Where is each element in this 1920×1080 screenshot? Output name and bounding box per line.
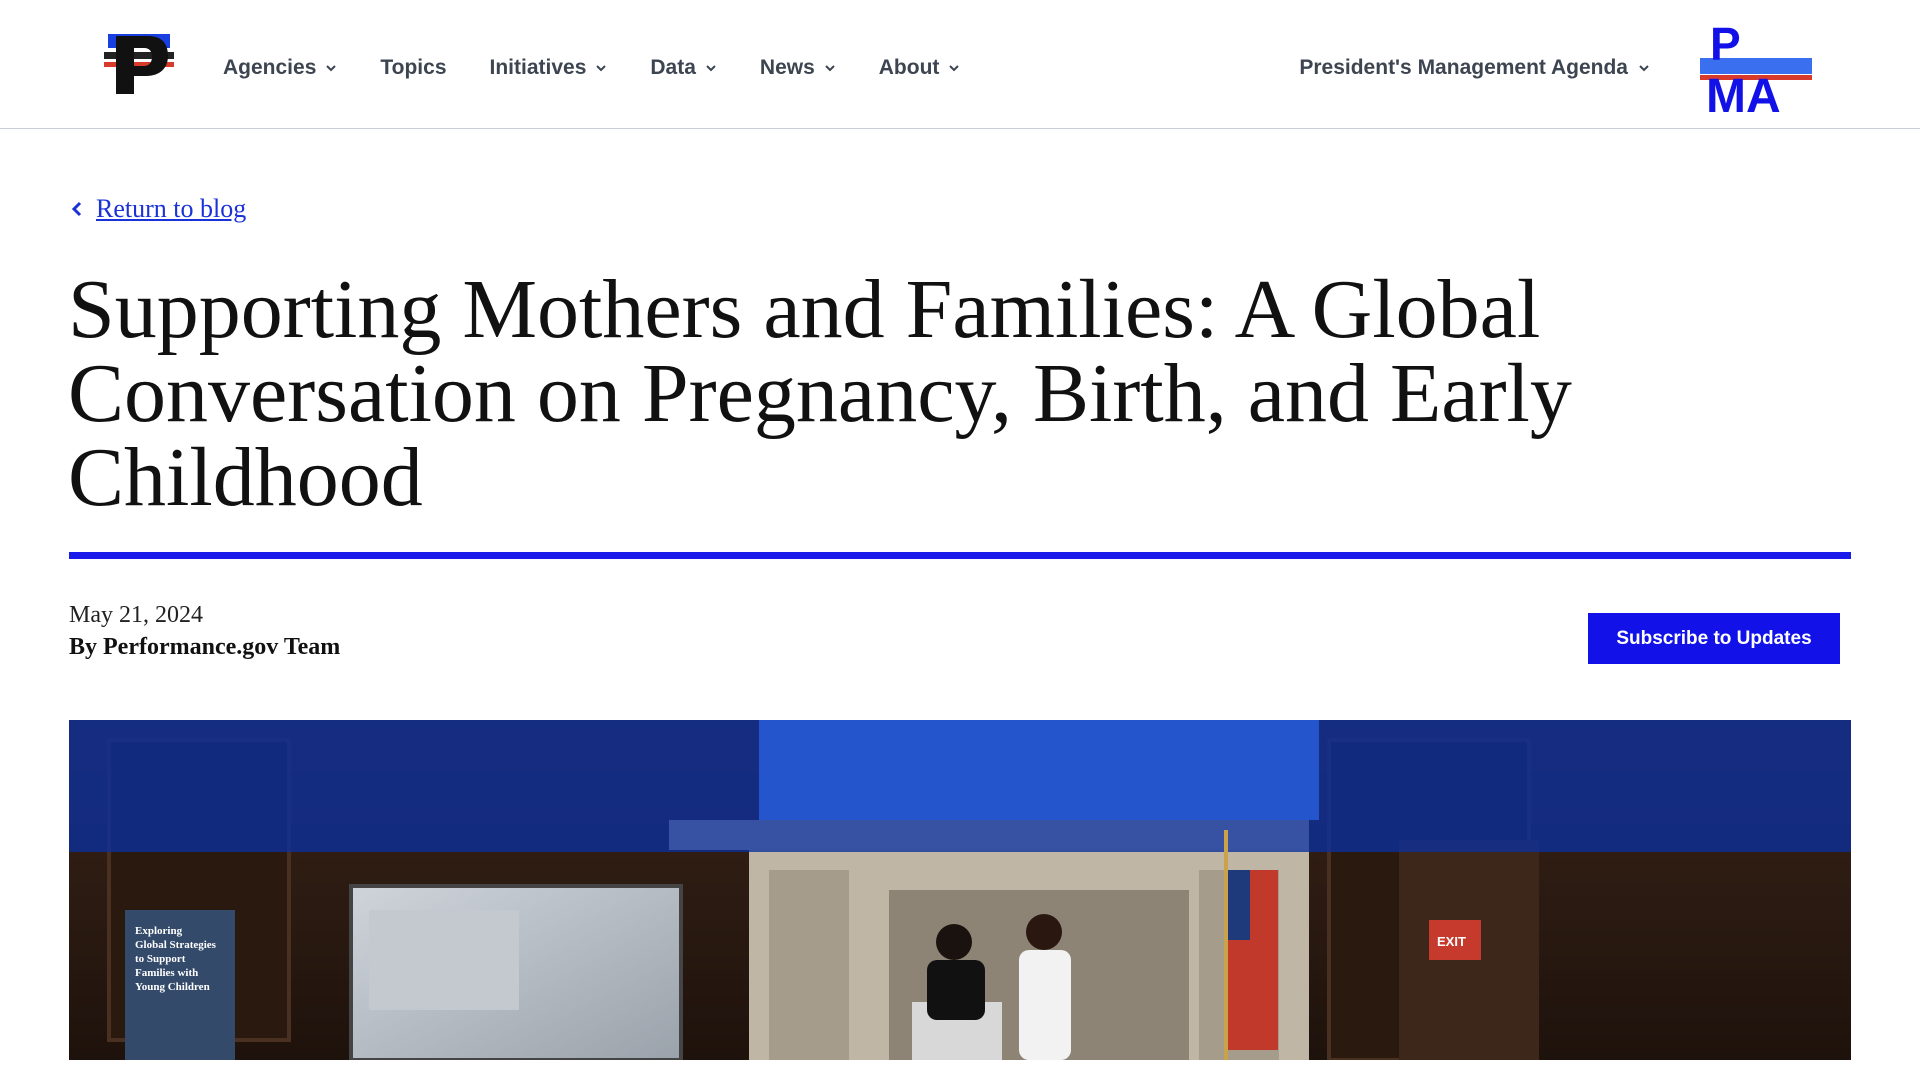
nav-news[interactable]: News [760, 52, 836, 84]
svg-text:EXIT: EXIT [1437, 934, 1466, 949]
chevron-down-icon [1639, 65, 1649, 72]
hero-image: Exploring Global Strategies to Support F… [69, 720, 1851, 1060]
chevron-down-icon [706, 65, 716, 72]
pma-link-label: President's Management Agenda [1299, 56, 1628, 79]
nav-about[interactable]: About [879, 52, 961, 84]
nav-news-label: News [759, 56, 815, 79]
nav-presidents-management-agenda[interactable]: President's Management Agenda [1299, 52, 1650, 84]
chevron-down-icon [326, 65, 337, 72]
nav-topics-label: Topics [380, 56, 447, 79]
nav-data-label: Data [650, 56, 696, 79]
return-to-blog-label: Return to blog [96, 194, 247, 223]
svg-text:Global Strategies: Global Strategies [135, 939, 217, 951]
chevron-down-icon [949, 65, 960, 72]
post-byline: By Performance.gov Team [69, 634, 341, 660]
svg-text:to Support: to Support [135, 953, 186, 965]
nav-initiatives-label: Initiatives [489, 56, 587, 79]
chevron-left-icon [71, 201, 82, 217]
svg-text:Exploring: Exploring [135, 925, 183, 937]
svg-text:Families with: Families with [135, 967, 198, 979]
page-title: Supporting Mothers and Families: A Globa… [68, 263, 1572, 524]
nav-data[interactable]: Data [650, 52, 717, 84]
svg-text:Young Children: Young Children [135, 981, 210, 993]
title-divider [69, 552, 1851, 559]
chevron-down-icon [596, 65, 607, 72]
pma-logo-top: P [1710, 22, 1741, 70]
pma-logo-bottom: MA [1706, 70, 1781, 114]
site-header: Agencies Topics Initiatives Data News Ab… [0, 0, 1920, 129]
nav-topics[interactable]: Topics [380, 52, 446, 84]
return-to-blog-link[interactable]: Return to blog [70, 194, 246, 224]
pma-logo-icon[interactable]: P MA [1700, 22, 1812, 114]
nav-initiatives[interactable]: Initiatives [490, 52, 608, 84]
subscribe-button[interactable]: Subscribe to Updates [1588, 613, 1840, 664]
performance-gov-logo-icon[interactable] [104, 30, 174, 96]
chevron-down-icon [825, 65, 835, 72]
nav-agencies-label: Agencies [223, 56, 317, 79]
nav-about-label: About [878, 56, 940, 79]
post-date: May 21, 2024 [69, 602, 203, 628]
nav-agencies[interactable]: Agencies [223, 52, 337, 84]
main-nav: Agencies Topics Initiatives Data News Ab… [223, 52, 1003, 84]
